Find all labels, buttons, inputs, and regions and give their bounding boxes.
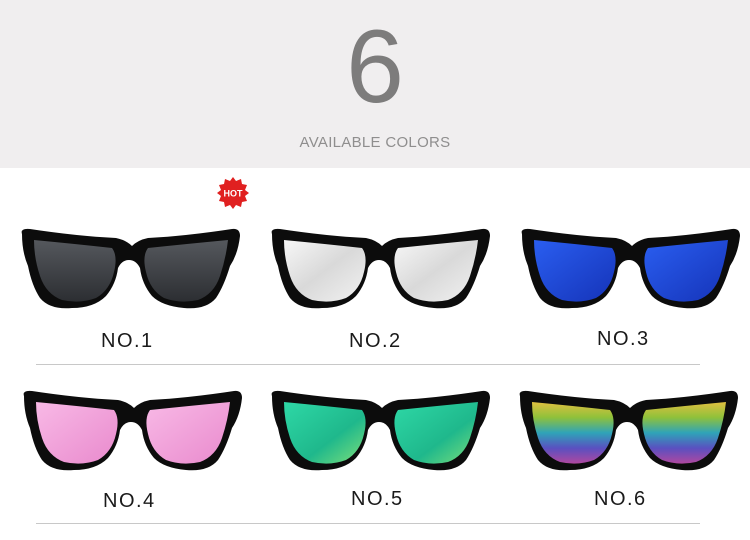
header-banner: 6 AVAILABLE COLORS: [0, 0, 750, 168]
row-divider-1: [36, 364, 700, 365]
color-count: 6: [346, 9, 404, 125]
available-colors-title: AVAILABLE COLORS: [299, 134, 451, 151]
sunglasses-grey-image: [21, 228, 240, 309]
sunglasses-rainbow-image: [519, 390, 738, 471]
product-label-3: NO.3: [597, 328, 650, 350]
product-label-4: NO.4: [103, 490, 156, 512]
product-label-1: NO.1: [101, 330, 154, 352]
product-label-2: NO.2: [349, 330, 402, 352]
sunglasses-pink-image: [23, 390, 242, 471]
sunglasses-green-image: [271, 390, 490, 471]
product-label-6: NO.6: [594, 488, 647, 510]
hot-badge-icon: HOT: [217, 177, 249, 209]
sunglasses-silver-image: [271, 228, 490, 309]
hot-badge-text: HOT: [224, 189, 244, 199]
sunglasses-blue-image: [521, 228, 740, 309]
row-divider-2: [36, 523, 700, 524]
product-label-5: NO.5: [351, 488, 404, 510]
